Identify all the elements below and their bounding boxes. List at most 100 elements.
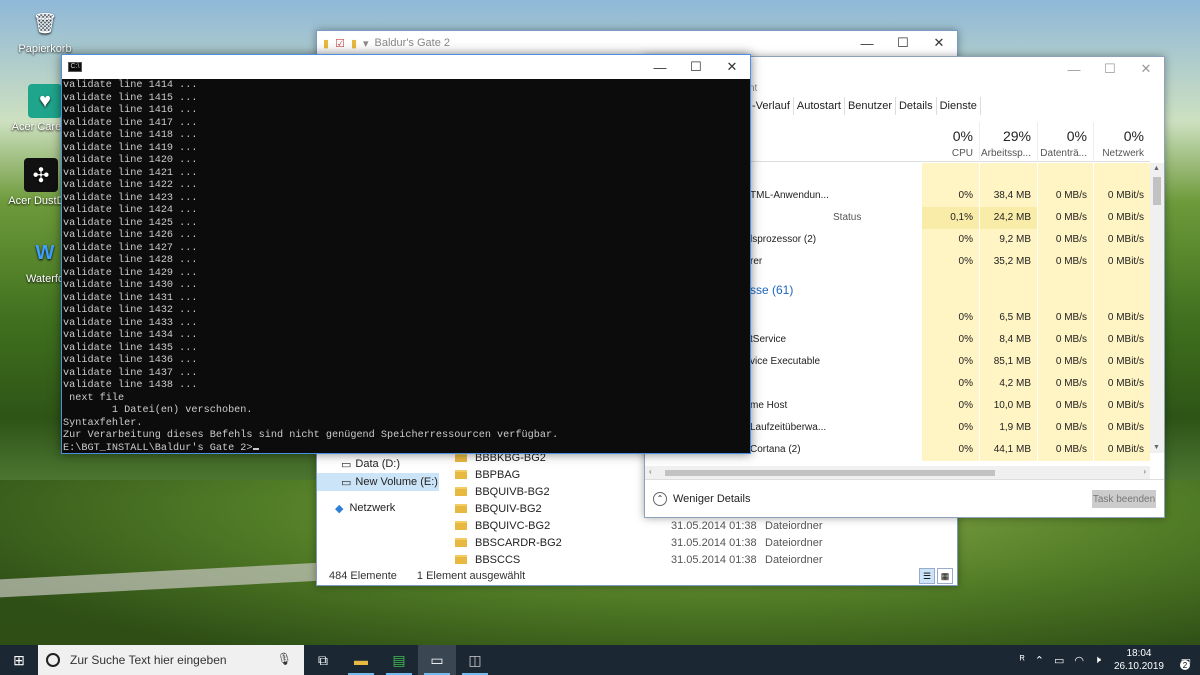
tab-services[interactable]: Dienste bbox=[937, 97, 981, 115]
process-mem-cell: 44,1 MB bbox=[979, 439, 1037, 461]
file-explorer-icon: ▬ bbox=[354, 652, 368, 668]
new-folder-icon[interactable]: ▮ bbox=[351, 37, 357, 50]
scrollbar-thumb[interactable] bbox=[665, 470, 995, 476]
nav-item-new-volume[interactable]: ▭ New Volume (E:) bbox=[317, 473, 439, 491]
start-button[interactable]: ⊞ bbox=[0, 645, 38, 675]
list-item[interactable]: BBQUIVC-BG2 31.05.2014 01:38 Dateiordner bbox=[455, 517, 945, 534]
maximize-button[interactable]: ☐ bbox=[885, 31, 921, 55]
volume-icon[interactable]: 🕨 bbox=[1094, 654, 1101, 667]
tab-users[interactable]: Benutzer bbox=[845, 97, 896, 115]
process-name: rer bbox=[750, 256, 763, 267]
console-line: validate line 1436 ... bbox=[63, 355, 198, 366]
tab-startup[interactable]: Autostart bbox=[794, 97, 845, 115]
minimize-button[interactable]: — bbox=[1056, 57, 1092, 81]
console-line: validate line 1429 ... bbox=[63, 267, 198, 279]
console-line: validate line 1425 ... bbox=[63, 217, 198, 229]
task-manager-tabs: -Verlauf Autostart Benutzer Details Dien… bbox=[749, 97, 981, 115]
process-disk-cell: 0 MB/s bbox=[1037, 307, 1093, 329]
column-header-disk[interactable]: 0% Datenträ... bbox=[1037, 122, 1093, 162]
scroll-left-icon[interactable]: ‹ bbox=[649, 467, 652, 476]
explorer-status-bar: 484 Elemente 1 Element ausgewählt bbox=[317, 567, 957, 585]
process-cpu-cell: 0% bbox=[921, 307, 979, 329]
network-icon[interactable]: ▭ bbox=[1054, 654, 1064, 667]
quick-access-dropdown-icon[interactable]: ▾ bbox=[363, 37, 369, 50]
column-header-cpu[interactable]: 0% CPU bbox=[921, 122, 979, 162]
process-cpu-cell bbox=[921, 163, 979, 185]
maximize-button[interactable]: ☐ bbox=[1092, 57, 1128, 81]
task-manager-footer: ⌃ Weniger Details Task beenden bbox=[645, 479, 1164, 517]
drive-icon: ▭ bbox=[341, 476, 352, 489]
close-button[interactable]: ✕ bbox=[921, 31, 957, 55]
close-button[interactable]: ✕ bbox=[714, 55, 750, 79]
properties-icon[interactable]: ☑ bbox=[335, 37, 345, 50]
desktop-icon-recycle-bin[interactable]: 🗑 Papierkorb bbox=[10, 6, 80, 56]
process-disk-cell bbox=[1037, 273, 1093, 307]
taskbar-explorer[interactable]: ▬ bbox=[342, 645, 380, 675]
wifi-icon[interactable]: ◠ bbox=[1074, 654, 1084, 667]
tab-app-history[interactable]: -Verlauf bbox=[749, 97, 794, 115]
minimize-button[interactable]: — bbox=[642, 55, 678, 79]
scroll-down-icon[interactable]: ▼ bbox=[1153, 444, 1160, 451]
close-button[interactable]: ✕ bbox=[1128, 57, 1164, 81]
process-disk-cell bbox=[1037, 163, 1093, 185]
vertical-scrollbar[interactable]: ▲ ▼ bbox=[1150, 163, 1164, 453]
scroll-right-icon[interactable]: › bbox=[1143, 467, 1146, 476]
console-line: validate line 1434 ... bbox=[63, 330, 198, 341]
console-prompt[interactable]: E:\BGT_INSTALL\Baldur's Gate 2> bbox=[63, 443, 749, 456]
clock[interactable]: 18:04 26.10.2019 bbox=[1114, 647, 1164, 673]
taskbar-notepad[interactable]: ▤ bbox=[380, 645, 418, 675]
console-line: validate line 1432 ... bbox=[63, 305, 198, 316]
fewer-details-link[interactable]: Weniger Details bbox=[673, 493, 750, 505]
console-line: validate line 1418 ... bbox=[63, 130, 198, 141]
taskbar-task-manager[interactable]: ◫ bbox=[456, 645, 494, 675]
process-cpu-cell: 0% bbox=[921, 251, 979, 273]
waterfox-icon: W bbox=[35, 241, 55, 264]
process-name: vice Executable bbox=[750, 356, 821, 367]
search-input[interactable]: Zur Suche Text hier eingeben bbox=[70, 653, 227, 667]
console-output[interactable]: validate line 1414 ... validate line 1415… bbox=[62, 79, 750, 456]
dust-defender-icon: ✣ bbox=[24, 158, 58, 192]
large-icons-view-icon[interactable]: ▦ bbox=[937, 568, 953, 584]
folder-icon bbox=[455, 487, 467, 496]
tab-details[interactable]: Details bbox=[896, 97, 937, 115]
nav-item-network[interactable]: ◆ Netzwerk bbox=[317, 499, 439, 517]
item-count: 484 Elemente bbox=[329, 570, 397, 582]
chevron-up-icon[interactable]: ⌃ bbox=[653, 491, 667, 506]
console-line: validate line 1426 ... bbox=[63, 230, 198, 241]
process-disk-cell: 0 MB/s bbox=[1037, 329, 1093, 351]
search-box[interactable]: Zur Suche Text hier eingeben 🎙 bbox=[38, 645, 304, 675]
console-line: Zur Verarbeitung dieses Befehls sind nic… bbox=[63, 430, 559, 441]
scroll-up-icon[interactable]: ▲ bbox=[1153, 165, 1160, 172]
list-item[interactable]: BBSCCS 31.05.2014 01:38 Dateiordner bbox=[455, 551, 945, 568]
task-manager-window-controls: — ☐ ✕ bbox=[1056, 57, 1164, 81]
action-center-button[interactable]: ▭ 2 bbox=[1172, 645, 1200, 675]
process-mem-cell: 6,5 MB bbox=[979, 307, 1037, 329]
nav-item-data-drive[interactable]: ▭ Data (D:) bbox=[317, 455, 439, 473]
process-cpu-cell: 0% bbox=[921, 439, 979, 461]
quick-access-folder-icon[interactable]: ▮ bbox=[323, 37, 329, 50]
console-line: validate line 1430 ... bbox=[63, 280, 198, 291]
scrollbar-thumb[interactable] bbox=[1153, 177, 1161, 205]
people-icon[interactable]: ᴿ bbox=[1020, 654, 1025, 666]
details-view-icon[interactable]: ☰ bbox=[919, 568, 935, 584]
taskbar-cmd[interactable]: ▭ bbox=[418, 645, 456, 675]
minimize-button[interactable]: — bbox=[849, 31, 885, 55]
task-view-button[interactable]: ⧉ bbox=[304, 645, 342, 675]
command-prompt-window[interactable]: C:\ — ☐ ✕ validate line 1414 ... validate… bbox=[61, 54, 751, 454]
process-cpu-cell: 0% bbox=[921, 417, 979, 439]
folder-icon bbox=[455, 555, 467, 564]
folder-icon bbox=[455, 538, 467, 547]
horizontal-scrollbar[interactable]: ‹ › bbox=[645, 466, 1150, 480]
end-task-button[interactable]: Task beenden bbox=[1092, 490, 1156, 508]
microphone-icon[interactable]: 🎙 bbox=[277, 652, 292, 666]
console-line: validate line 1428 ... bbox=[63, 255, 198, 266]
maximize-button[interactable]: ☐ bbox=[678, 55, 714, 79]
task-manager-icon: ◫ bbox=[468, 651, 482, 668]
show-hidden-icons-icon[interactable]: ⌃ bbox=[1035, 654, 1044, 667]
column-header-network[interactable]: 0% Netzwerk bbox=[1093, 122, 1150, 162]
process-net-cell: 0 MBit/s bbox=[1093, 185, 1150, 207]
process-mem-cell bbox=[979, 163, 1037, 185]
console-line: validate line 1435 ... bbox=[63, 342, 198, 354]
list-item[interactable]: BBSCARDR-BG2 31.05.2014 01:38 Dateiordner bbox=[455, 534, 945, 551]
column-header-memory[interactable]: 29% Arbeitssp... bbox=[979, 122, 1037, 162]
